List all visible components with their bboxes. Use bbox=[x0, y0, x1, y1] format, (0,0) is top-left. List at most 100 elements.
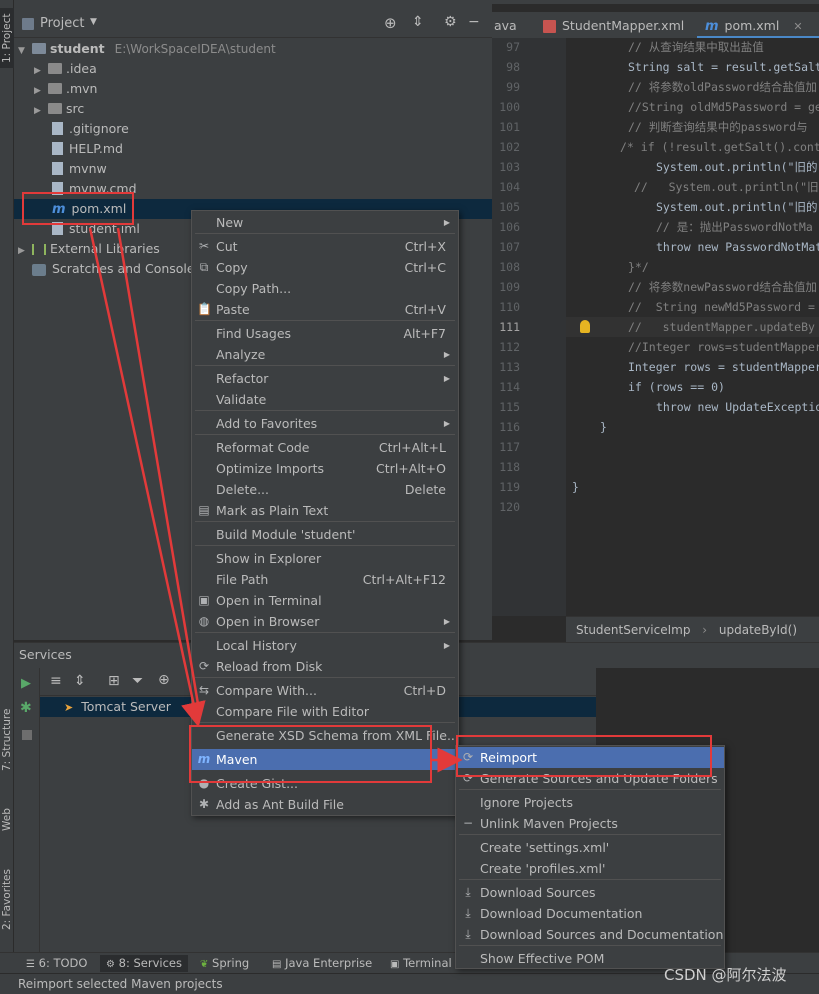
menu-item-reformat-code[interactable]: Reformat Code Ctrl+Alt+L bbox=[192, 437, 458, 458]
menu-item-reload-from-disk[interactable]: Reload from Disk ⟳ bbox=[192, 656, 458, 677]
collapse-arrow-icon[interactable]: ▶ bbox=[34, 61, 48, 81]
stop-icon[interactable] bbox=[22, 730, 32, 740]
tree-item[interactable]: HELP.md bbox=[14, 139, 492, 159]
menu-item-copy[interactable]: Copy Ctrl+C ⧉ bbox=[192, 257, 458, 278]
menu-item-refactor[interactable]: Refactor ▶ bbox=[192, 368, 458, 389]
menu-item-label: Open in Terminal bbox=[216, 593, 322, 608]
collapse-arrow-icon[interactable]: ▶ bbox=[34, 81, 48, 101]
tab-services[interactable]: ⚙ 8: Services bbox=[100, 955, 188, 972]
maven-item-reimport[interactable]: Reimport ⟳ bbox=[456, 747, 724, 768]
maven-item-download-sources-and-documentation[interactable]: Download Sources and Documentation ⤓ bbox=[456, 924, 724, 945]
structure-tool-button[interactable]: 7: Structure bbox=[0, 700, 14, 780]
tree-item[interactable]: mvnw.cmd bbox=[14, 179, 492, 199]
tree-item[interactable]: mvnw bbox=[14, 159, 492, 179]
gear-icon[interactable]: ⚙ bbox=[444, 14, 457, 30]
menu-item-new[interactable]: New ▶ bbox=[192, 212, 458, 233]
collapse-arrow-icon[interactable]: ▶ bbox=[34, 101, 48, 121]
project-view-selector[interactable]: Project bbox=[40, 16, 84, 31]
breadcrumb-class[interactable]: StudentServiceImp bbox=[576, 623, 690, 637]
line-number: 111 bbox=[499, 320, 520, 334]
menu-item-label: Copy Path... bbox=[216, 281, 292, 296]
menu-item-optimize-imports[interactable]: Optimize Imports Ctrl+Alt+O bbox=[192, 458, 458, 479]
web-tool-button[interactable]: Web bbox=[0, 800, 14, 840]
menu-item-label: Validate bbox=[216, 392, 267, 407]
tree-item[interactable]: ▶ .mvn bbox=[14, 79, 492, 99]
root-path: E:\WorkSpaceIDEA\student bbox=[114, 42, 276, 56]
maven-item-create-settings-xml[interactable]: Create 'settings.xml' bbox=[456, 837, 724, 858]
lightbulb-icon[interactable] bbox=[580, 320, 590, 333]
code-line: // 将参数newPassword结合盐值加 bbox=[628, 280, 817, 294]
maven-item-unlink-projects[interactable]: Unlink Maven Projects − bbox=[456, 813, 724, 834]
hide-icon[interactable]: − bbox=[468, 14, 480, 30]
menu-item-label: Optimize Imports bbox=[216, 461, 325, 476]
locate-icon[interactable]: ⊕ bbox=[384, 14, 397, 32]
menu-item-show-in-explorer[interactable]: Show in Explorer bbox=[192, 548, 458, 569]
menu-separator bbox=[195, 632, 455, 633]
menu-item-label: Reimport bbox=[480, 750, 538, 765]
filter-icon[interactable]: ⏷ bbox=[132, 673, 143, 689]
menu-item-compare-file-with-editor[interactable]: Compare File with Editor bbox=[192, 701, 458, 722]
menu-item-maven[interactable]: Maven ▶ m bbox=[192, 749, 458, 770]
menu-item-cut[interactable]: Cut Ctrl+X ✂ bbox=[192, 236, 458, 257]
menu-item-open-in-browser[interactable]: Open in Browser ▶ ◍ bbox=[192, 611, 458, 632]
expand-arrow-icon[interactable]: ▼ bbox=[18, 41, 32, 61]
menu-separator bbox=[459, 789, 721, 790]
module-folder-icon bbox=[32, 43, 46, 54]
add-service-icon[interactable]: ⊕ bbox=[158, 672, 170, 688]
menu-item-copy-path[interactable]: Copy Path... bbox=[192, 278, 458, 299]
favorites-tool-button[interactable]: 2: Favorites bbox=[0, 860, 14, 940]
maven-item-ignore-projects[interactable]: Ignore Projects bbox=[456, 792, 724, 813]
breadcrumb-method[interactable]: updateById() bbox=[719, 623, 797, 637]
tab-terminal[interactable]: ▣ Terminal bbox=[386, 955, 456, 972]
tab-label: 8: Services bbox=[118, 956, 182, 970]
tree-item[interactable]: ▶ .idea bbox=[14, 59, 492, 79]
menu-item-mark-plain-text[interactable]: Mark as Plain Text ▤ bbox=[192, 500, 458, 521]
menu-item-build-module[interactable]: Build Module 'student' bbox=[192, 524, 458, 545]
tab-todo[interactable]: ☰ 6: TODO bbox=[22, 955, 91, 972]
maven-item-download-sources[interactable]: Download Sources ⤓ bbox=[456, 882, 724, 903]
menu-item-label: Generate Sources and Update Folders bbox=[480, 771, 718, 786]
menu-item-add-as-ant-build-file[interactable]: Add as Ant Build File ✱ bbox=[192, 794, 458, 815]
shortcut-label: Ctrl+C bbox=[404, 260, 446, 275]
menu-item-open-in-terminal[interactable]: Open in Terminal ▣ bbox=[192, 590, 458, 611]
breadcrumb: StudentServiceImp › updateById() bbox=[566, 616, 819, 642]
tab-pom[interactable]: m pom.xml ✕ bbox=[697, 12, 819, 39]
menu-item-file-path[interactable]: File Path Ctrl+Alt+F12 bbox=[192, 569, 458, 590]
maven-item-create-profiles-xml[interactable]: Create 'profiles.xml' bbox=[456, 858, 724, 879]
tree-item[interactable]: ▶ src bbox=[14, 99, 492, 119]
line-number: 108 bbox=[499, 260, 520, 274]
maven-icon: m bbox=[197, 752, 211, 766]
maven-item-generate-sources[interactable]: Generate Sources and Update Folders ⟳ bbox=[456, 768, 724, 789]
menu-item-analyze[interactable]: Analyze ▶ bbox=[192, 344, 458, 365]
project-tool-button[interactable]: 1: Project bbox=[0, 8, 14, 68]
menu-item-local-history[interactable]: Local History ▶ bbox=[192, 635, 458, 656]
close-icon[interactable]: ✕ bbox=[793, 20, 802, 33]
run-icon[interactable]: ▶ bbox=[21, 676, 31, 691]
spring-icon: ❦ bbox=[200, 959, 209, 970]
expand-all-icon[interactable]: ≡ bbox=[50, 673, 62, 689]
tab-student-mapper[interactable]: StudentMapper.xml bbox=[537, 12, 697, 39]
line-number: 113 bbox=[499, 360, 520, 374]
debug-icon[interactable]: ✱ bbox=[20, 700, 32, 716]
tab-java[interactable]: ava bbox=[492, 12, 536, 39]
chevron-down-icon[interactable]: ▼ bbox=[90, 17, 97, 27]
collapse-arrow-icon[interactable]: ▶ bbox=[18, 241, 32, 261]
collapse-all-icon[interactable]: ⇕ bbox=[74, 673, 86, 689]
menu-item-find-usages[interactable]: Find Usages Alt+F7 bbox=[192, 323, 458, 344]
collapse-icon[interactable]: ⇕ bbox=[412, 14, 424, 30]
group-icon[interactable]: ⊞ bbox=[108, 673, 120, 689]
maven-item-download-documentation[interactable]: Download Documentation ⤓ bbox=[456, 903, 724, 924]
tab-spring[interactable]: ❦ Spring bbox=[196, 955, 253, 972]
menu-item-create-gist[interactable]: Create Gist... ● bbox=[192, 773, 458, 794]
menu-item-paste[interactable]: Paste Ctrl+V 📋 bbox=[192, 299, 458, 320]
tab-java-enterprise[interactable]: ▤ Java Enterprise bbox=[268, 955, 376, 972]
menu-item-generate-xsd-schema[interactable]: Generate XSD Schema from XML File... bbox=[192, 725, 459, 746]
terminal-icon: ▣ bbox=[390, 959, 400, 970]
menu-item-label: New bbox=[216, 215, 244, 230]
menu-item-validate[interactable]: Validate bbox=[192, 389, 458, 410]
menu-item-add-to-favorites[interactable]: Add to Favorites ▶ bbox=[192, 413, 458, 434]
menu-item-compare-with[interactable]: Compare With... Ctrl+D ⇆ bbox=[192, 680, 458, 701]
tree-root[interactable]: ▼ student E:\WorkSpaceIDEA\student bbox=[14, 39, 492, 59]
tree-item[interactable]: .gitignore bbox=[14, 119, 492, 139]
menu-item-delete[interactable]: Delete... Delete bbox=[192, 479, 458, 500]
